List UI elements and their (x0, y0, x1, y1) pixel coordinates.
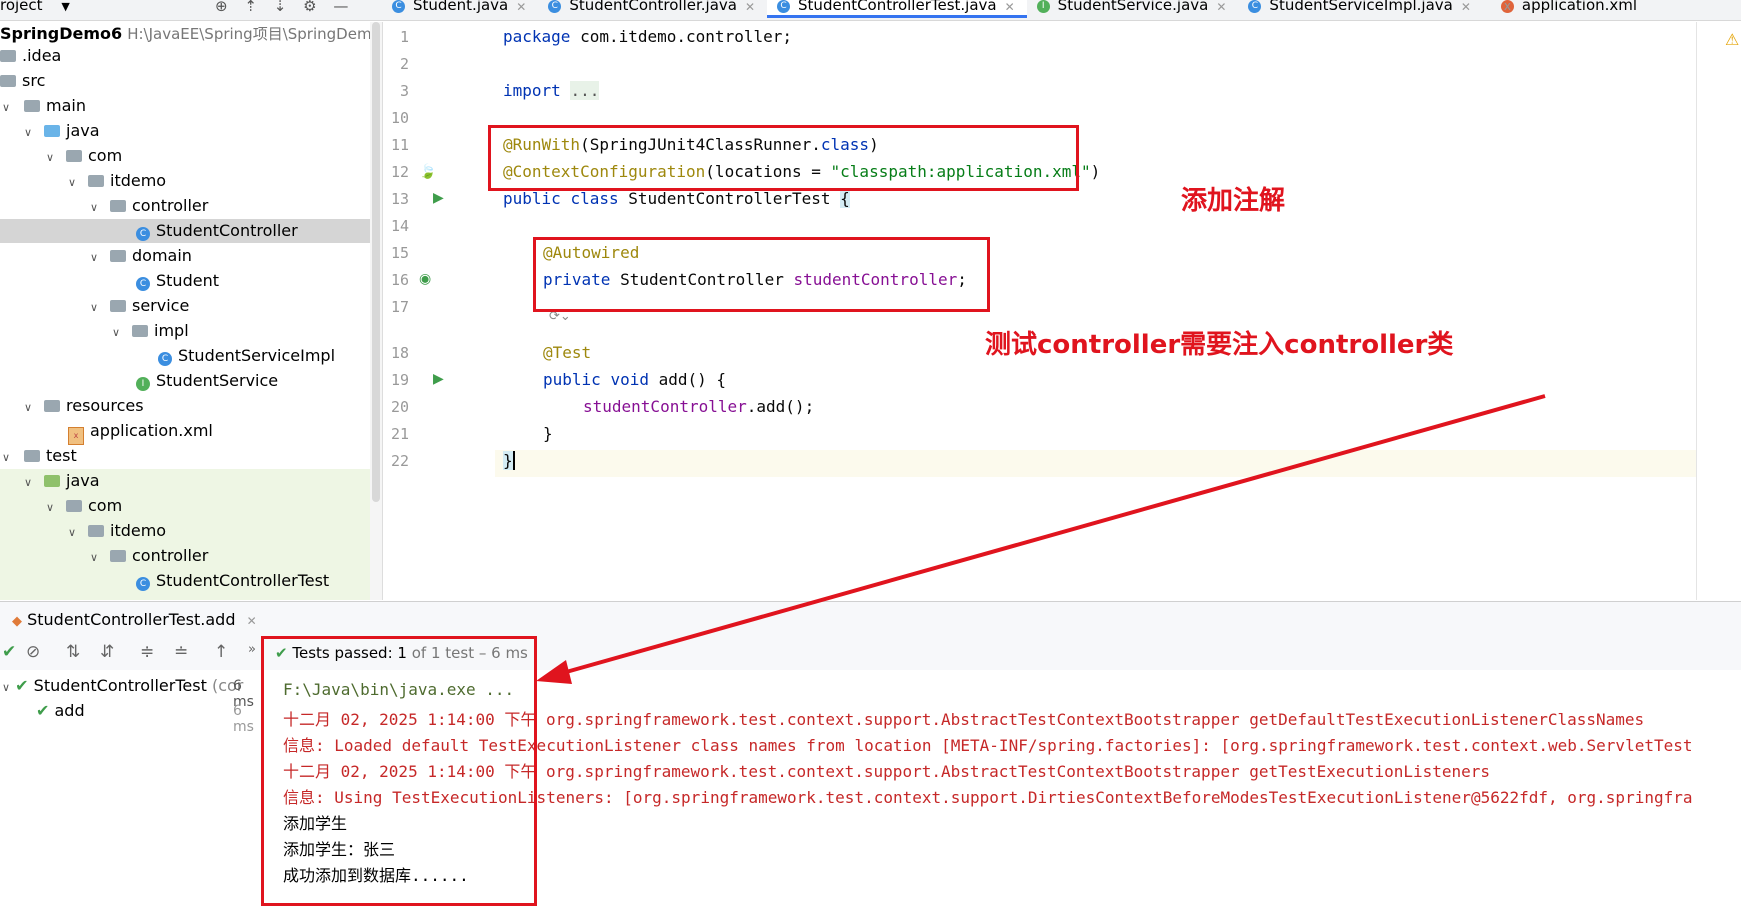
arrow-line (551, 394, 1546, 678)
arrow-head (536, 660, 572, 684)
annotation-arrow (536, 394, 1546, 684)
